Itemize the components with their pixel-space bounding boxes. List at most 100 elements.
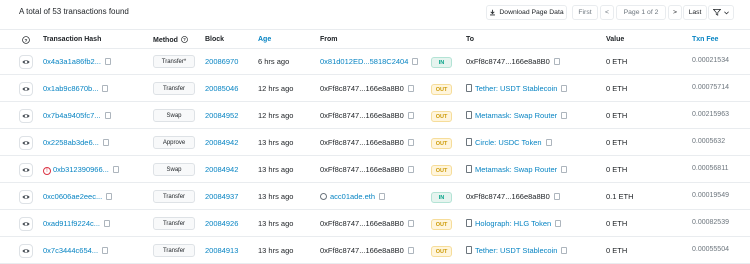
next-page-button[interactable]: > xyxy=(668,5,682,20)
transaction-hash-cell: 0x1ab9c8670b... xyxy=(43,84,109,93)
block-link[interactable]: 20084942 xyxy=(205,165,238,174)
header-age[interactable]: Age xyxy=(258,36,271,43)
txn-fee-cell: 0.00075714 xyxy=(692,84,729,91)
copy-icon[interactable] xyxy=(545,139,552,146)
from-address-cell: 0x81d012ED...5818C2404 xyxy=(320,57,419,66)
to-address[interactable]: Metamask: Swap Router xyxy=(475,111,557,120)
from-address[interactable]: 0xFf8c8747...166e8a8B0 xyxy=(320,138,404,147)
copy-icon[interactable] xyxy=(561,247,568,254)
transaction-hash-cell: 0x2258ab3de6... xyxy=(43,138,109,147)
copy-icon[interactable] xyxy=(104,220,110,227)
method-badge: Swap xyxy=(153,109,195,122)
age-cell: 13 hrs ago xyxy=(258,138,294,147)
error-icon: ! xyxy=(43,167,51,175)
from-address[interactable]: 0xFf8c8747...166e8a8B0 xyxy=(320,165,404,174)
transaction-hash-link[interactable]: 0xc0606ae2eec... xyxy=(43,192,102,201)
view-details-button[interactable] xyxy=(19,82,33,96)
age-cell: 12 hrs ago xyxy=(258,84,294,93)
to-address[interactable]: 0xFf8c8747...166e8a8B0 xyxy=(466,57,550,66)
help-column-icon[interactable]: ? xyxy=(22,36,30,46)
copy-icon[interactable] xyxy=(561,112,568,119)
view-details-button[interactable] xyxy=(19,55,33,69)
direction-badge: IN xyxy=(431,57,452,68)
block-link[interactable]: 20084952 xyxy=(205,111,238,120)
value-cell: 0 ETH xyxy=(606,57,628,66)
block-link[interactable]: 20085046 xyxy=(205,84,238,93)
copy-icon[interactable] xyxy=(102,85,109,92)
download-page-data-button[interactable]: Download Page Data xyxy=(486,5,567,20)
to-address[interactable]: 0xFf8c8747...166e8a8B0 xyxy=(466,192,550,201)
table-row: 0x4a3a1a86fb2... Transfer* 20086970 6 hr… xyxy=(0,49,750,75)
previous-page-button[interactable]: < xyxy=(600,5,614,20)
to-address-cell: 0xFf8c8747...166e8a8B0 xyxy=(466,57,560,66)
block-link[interactable]: 20086970 xyxy=(205,57,238,66)
block-link[interactable]: 20084937 xyxy=(205,192,238,201)
to-address[interactable]: Metamask: Swap Router xyxy=(475,165,557,174)
view-details-button[interactable] xyxy=(19,244,33,258)
to-address[interactable]: Tether: USDT Stablecoin xyxy=(475,84,557,93)
transaction-hash-link[interactable]: 0x2258ab3de6... xyxy=(43,138,99,147)
from-address[interactable]: acc01ade.eth xyxy=(330,192,375,201)
block-link[interactable]: 20084942 xyxy=(205,138,238,147)
view-details-button[interactable] xyxy=(19,217,33,231)
copy-icon[interactable] xyxy=(407,220,414,227)
eye-icon xyxy=(22,222,30,226)
transaction-hash-link[interactable]: 0x7c3444c654... xyxy=(43,246,98,255)
header-txn-fee[interactable]: Txn Fee xyxy=(692,36,718,43)
from-address[interactable]: 0xFf8c8747...166e8a8B0 xyxy=(320,84,404,93)
transaction-hash-link[interactable]: 0x4a3a1a86fb2... xyxy=(43,57,101,66)
transaction-hash-cell: 0x4a3a1a86fb2... xyxy=(43,57,111,66)
copy-icon[interactable] xyxy=(555,220,562,227)
from-address-cell: 0xFf8c8747...166e8a8B0 xyxy=(320,138,414,147)
copy-icon[interactable] xyxy=(102,247,109,254)
copy-icon[interactable] xyxy=(104,112,111,119)
copy-icon[interactable] xyxy=(553,58,560,65)
to-address[interactable]: Tether: USDT Stablecoin xyxy=(475,246,557,255)
from-address-cell: 0xFf8c8747...166e8a8B0 xyxy=(320,84,414,93)
method-badge: Transfer xyxy=(153,190,195,203)
to-address[interactable]: Circle: USDC Token xyxy=(475,138,542,147)
to-address-cell: Metamask: Swap Router xyxy=(466,111,568,120)
first-page-button[interactable]: First xyxy=(572,5,598,20)
copy-icon[interactable] xyxy=(561,85,568,92)
filter-button[interactable] xyxy=(708,5,734,20)
header-value: Value xyxy=(606,36,625,43)
view-details-button[interactable] xyxy=(19,163,33,177)
value-cell: 0 ETH xyxy=(606,165,628,174)
block-link[interactable]: 20084926 xyxy=(205,219,238,228)
copy-icon[interactable] xyxy=(112,166,119,173)
copy-icon[interactable] xyxy=(379,193,386,200)
transaction-hash-link[interactable]: 0xb312390966... xyxy=(53,165,109,174)
transaction-hash-link[interactable]: 0x7b4a9405fc7... xyxy=(43,111,101,120)
from-address[interactable]: 0xFf8c8747...166e8a8B0 xyxy=(320,246,404,255)
copy-icon[interactable] xyxy=(553,193,560,200)
question-circle-icon[interactable]: ? xyxy=(181,36,188,43)
copy-icon[interactable] xyxy=(407,166,414,173)
copy-icon[interactable] xyxy=(407,112,414,119)
transaction-hash-link[interactable]: 0x1ab9c8670b... xyxy=(43,84,98,93)
svg-text:?: ? xyxy=(25,38,28,44)
to-address-cell: Circle: USDC Token xyxy=(466,138,552,147)
copy-icon[interactable] xyxy=(407,247,414,254)
from-address[interactable]: 0xFf8c8747...166e8a8B0 xyxy=(320,111,404,120)
copy-icon[interactable] xyxy=(561,166,568,173)
method-badge: Transfer xyxy=(153,217,195,230)
copy-icon[interactable] xyxy=(407,139,414,146)
copy-icon[interactable] xyxy=(412,58,419,65)
transaction-hash-link[interactable]: 0xad911f9224c... xyxy=(43,219,100,228)
view-details-button[interactable] xyxy=(19,190,33,204)
copy-icon[interactable] xyxy=(407,85,414,92)
from-address[interactable]: 0x81d012ED...5818C2404 xyxy=(320,57,408,66)
copy-icon[interactable] xyxy=(104,58,111,65)
view-details-button[interactable] xyxy=(19,136,33,150)
header-method-label: Method xyxy=(153,37,178,44)
from-address[interactable]: 0xFf8c8747...166e8a8B0 xyxy=(320,219,404,228)
to-address[interactable]: Holograph: HLG Token xyxy=(475,219,551,228)
transaction-hash-cell: ! 0xb312390966... xyxy=(43,165,119,175)
block-link[interactable]: 20084913 xyxy=(205,246,238,255)
copy-icon[interactable] xyxy=(102,139,109,146)
copy-icon[interactable] xyxy=(106,193,113,200)
view-details-button[interactable] xyxy=(19,109,33,123)
last-page-button[interactable]: Last xyxy=(683,5,707,20)
txn-fee-cell: 0.00021534 xyxy=(692,57,729,64)
